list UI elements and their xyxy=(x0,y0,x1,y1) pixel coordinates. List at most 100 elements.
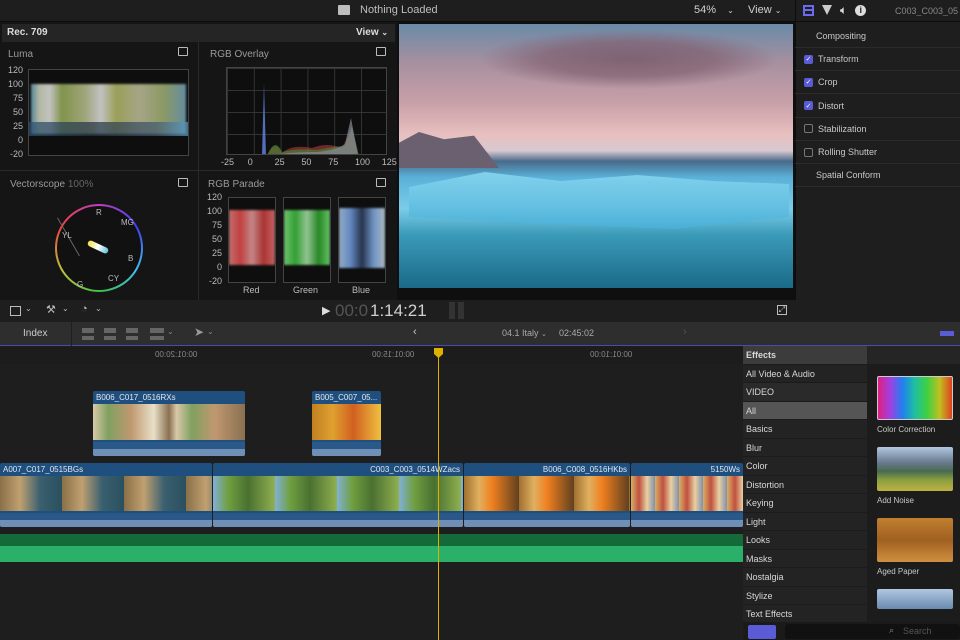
effects-category-masks[interactable]: Masks xyxy=(743,550,867,568)
overwrite-clip-icon[interactable] xyxy=(150,328,164,340)
info-inspector-icon[interactable]: i xyxy=(855,4,867,16)
viewer-view-dropdown[interactable]: View ⌄ xyxy=(748,4,781,16)
vector-target-cy: CY xyxy=(108,274,120,283)
inspector-row-label: Crop xyxy=(818,77,838,88)
forward-button[interactable]: › xyxy=(683,326,687,338)
scope-settings-icon[interactable] xyxy=(178,178,188,187)
audio-meter-icon xyxy=(458,302,464,319)
viewer-zoom-dropdown[interactable]: 54% ⌄ xyxy=(694,4,734,16)
effects-category-blur[interactable]: Blur xyxy=(743,439,867,457)
clip-thumbnails xyxy=(631,476,743,511)
connected-clip[interactable]: B005_C007_05... xyxy=(312,391,381,456)
effect-thumb[interactable] xyxy=(877,589,953,609)
inspector-row-distort[interactable]: ✓ Distort xyxy=(795,95,960,118)
scope-settings-icon[interactable] xyxy=(376,47,386,56)
luma-y-tick: 50 xyxy=(12,107,23,117)
playhead[interactable] xyxy=(438,348,439,640)
overlay-x-tick: 25 xyxy=(274,157,285,167)
vector-target-mg: MG xyxy=(121,218,134,227)
project-dropdown[interactable]: 04.1 Italy ⌄ xyxy=(502,328,547,338)
search-icon: ⌕ xyxy=(889,625,895,635)
vectorscope-title: Vectorscope 100% xyxy=(10,179,93,190)
clip-thumbnails xyxy=(93,404,245,440)
inspector-row-crop[interactable]: ✓ Crop xyxy=(795,71,960,95)
back-button[interactable]: ‹ xyxy=(413,326,417,338)
timecode-dim: 00:0 xyxy=(335,301,369,320)
inspector-row-rolling-shutter[interactable]: Rolling Shutter xyxy=(795,141,960,164)
primary-clip[interactable]: A007_C017_0515BGs xyxy=(0,463,212,527)
effects-category-stylize[interactable]: Stylize xyxy=(743,587,867,605)
chevron-down-icon: ⌄ xyxy=(774,6,782,15)
inspector-row-compositing[interactable]: Compositing xyxy=(795,25,960,48)
skimming-toggle-icon[interactable] xyxy=(940,331,954,336)
clip-audio-waveform xyxy=(312,442,381,456)
inspector-row-spatial-conform[interactable]: Spatial Conform xyxy=(795,164,960,188)
connected-clip[interactable]: B006_C017_0516RXs xyxy=(93,391,245,456)
effects-category-distortion[interactable]: Distortion xyxy=(743,476,867,494)
checkbox[interactable] xyxy=(804,147,813,157)
primary-clip[interactable]: 5150Ws xyxy=(631,463,743,527)
scopes-view-dropdown[interactable]: View ⌄ xyxy=(356,27,388,38)
parade-label-blue: Blue xyxy=(352,285,371,295)
index-button[interactable]: Index xyxy=(23,328,47,339)
effects-category-looks[interactable]: Looks xyxy=(743,531,867,550)
checkbox[interactable]: ✓ xyxy=(804,54,813,64)
luma-waveform xyxy=(28,69,189,156)
effect-thumb-add-noise[interactable] xyxy=(877,447,953,491)
viewer-frame-image xyxy=(399,24,793,288)
effects-category-all[interactable]: All xyxy=(743,401,867,420)
effects-category-light[interactable]: Light xyxy=(743,513,867,531)
clip-name: 5150Ws xyxy=(710,465,740,474)
viewer-display-options-icon[interactable] xyxy=(10,306,21,316)
clip-audio-waveform xyxy=(93,442,245,456)
primary-clip[interactable]: B006_C008_0516HKbs xyxy=(464,463,630,527)
browser-layout-button[interactable] xyxy=(748,625,776,639)
select-tool-icon[interactable]: ➤ xyxy=(194,325,204,339)
timecode-display[interactable]: 1:14:21 xyxy=(370,301,427,321)
parade-green xyxy=(283,197,331,283)
append-clip-icon[interactable] xyxy=(126,328,138,340)
parade-y-tick: 0 xyxy=(216,262,222,272)
inspector-row-transform[interactable]: ✓ Transform xyxy=(795,48,960,72)
scope-settings-icon[interactable] xyxy=(178,47,188,56)
top-bar: Nothing Loaded 54% ⌄ View ⌄ 🔈︎ i C003_C0… xyxy=(0,0,960,22)
enhancements-icon[interactable]: ⚒ xyxy=(46,303,56,316)
timeline-ruler[interactable]: 00:01:20:00 00:01:15:00 00:01:10:00 xyxy=(0,346,743,364)
effects-category-nostalgia[interactable]: Nostalgia xyxy=(743,568,867,587)
luma-y-tick: 100 xyxy=(7,79,23,89)
effects-category-keying[interactable]: Keying xyxy=(743,494,867,513)
music-audio-clip[interactable] xyxy=(0,534,743,562)
parade-y-tick: -20 xyxy=(208,276,222,286)
checkbox[interactable] xyxy=(804,124,813,134)
color-inspector-icon[interactable] xyxy=(822,5,832,15)
scope-settings-icon[interactable] xyxy=(376,178,386,187)
clip-name: B006_C008_0516HKbs xyxy=(542,465,627,474)
primary-clip[interactable]: C003_C003_0514WZacs xyxy=(213,463,463,527)
effect-thumb-aged-paper[interactable] xyxy=(877,518,953,562)
inspector-row-stabilization[interactable]: Stabilization xyxy=(795,118,960,141)
checkbox[interactable]: ✓ xyxy=(804,77,813,87)
video-inspector-icon[interactable] xyxy=(803,4,814,16)
ruler-label: 00:01:10:00 xyxy=(590,350,633,359)
chevron-down-icon: ⌄ xyxy=(727,6,734,15)
library-status: Nothing Loaded xyxy=(360,4,438,16)
clip-audio-waveform xyxy=(213,513,463,527)
effects-category-basics[interactable]: Basics xyxy=(743,420,867,439)
effects-category-color[interactable]: Color xyxy=(743,457,867,476)
play-button[interactable]: ▶ xyxy=(322,304,330,317)
color-space-label: Rec. 709 xyxy=(7,27,48,38)
effects-category-text-effects[interactable]: Text Effects xyxy=(743,605,867,624)
checkbox[interactable]: ✓ xyxy=(804,101,813,111)
audio-inspector-icon[interactable]: 🔈︎ xyxy=(840,4,847,16)
chevron-down-icon: ⌄ xyxy=(381,28,389,37)
effects-category-all-video-audio[interactable]: All Video & Audio xyxy=(743,365,867,383)
clip-thumbnails xyxy=(312,404,381,440)
effects-search-field[interactable]: ⌕ Search xyxy=(785,624,960,639)
connect-clip-icon[interactable] xyxy=(82,328,94,340)
retiming-icon[interactable]: ◔ xyxy=(81,303,88,315)
project-duration: 02:45:02 xyxy=(559,328,595,338)
insert-clip-icon[interactable] xyxy=(104,328,116,340)
fullscreen-icon[interactable]: ⤢ xyxy=(777,305,787,315)
inspector-row-label: Rolling Shutter xyxy=(818,147,878,157)
effect-thumb-color-correction[interactable] xyxy=(877,376,953,420)
